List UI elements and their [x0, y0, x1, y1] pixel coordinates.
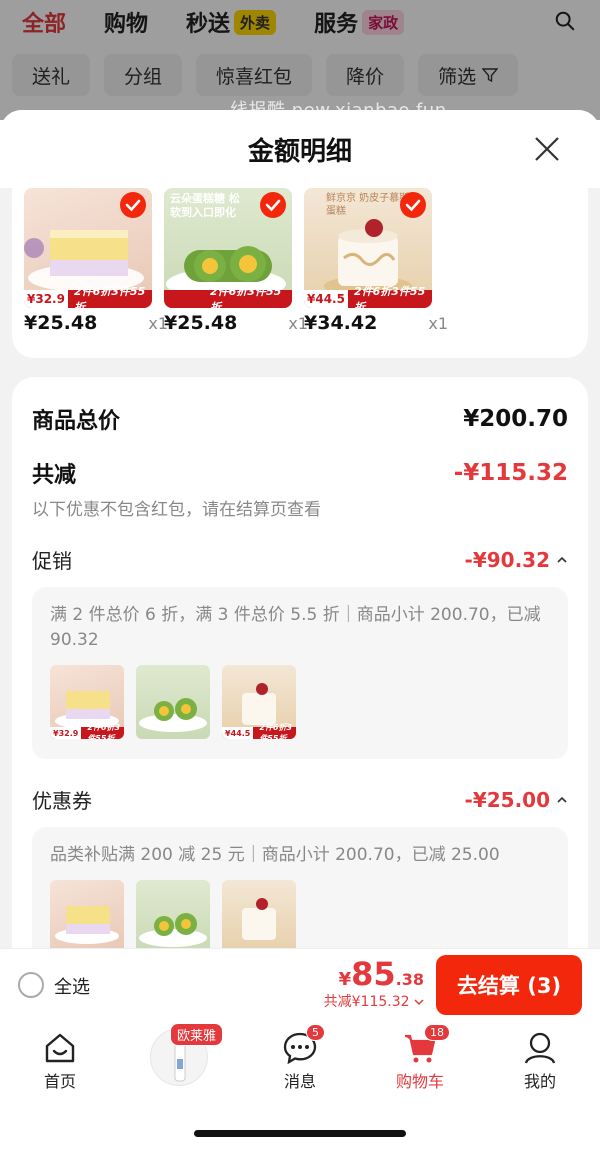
mini-strip-price: ¥32.9: [50, 727, 82, 739]
total-amount: ¥85.38: [324, 955, 424, 993]
tab-cart[interactable]: 18 购物车: [380, 1024, 460, 1092]
coupon-value: -¥25.00: [464, 787, 550, 812]
tab-messages[interactable]: 5 消息: [260, 1024, 340, 1092]
chevron-up-icon[interactable]: [556, 554, 568, 566]
coupon-thumbnails: [50, 880, 550, 950]
promo-value: -¥90.32: [464, 547, 550, 572]
item-price: ¥25.48: [164, 312, 238, 334]
promo-strip: 2件6折3件55折: [164, 285, 292, 308]
item-qty: x1: [428, 314, 448, 333]
coupon-row[interactable]: 优惠券 -¥25.00: [32, 785, 568, 814]
tab-home-label: 首页: [43, 1072, 76, 1091]
product-image: ¥32.9 2件6折3件55折: [24, 188, 152, 308]
mini-thumb: [136, 880, 210, 950]
select-all-radio[interactable]: [18, 972, 44, 998]
sheet-header: 金额明细: [0, 110, 600, 188]
total-row: 商品总价 ¥200.70: [32, 403, 568, 435]
home-indicator: [194, 1130, 406, 1137]
total-decimal: .38: [395, 970, 424, 989]
coupon-desc: 品类补贴满 200 减 25 元｜商品小计 200.70，已减 25.00: [50, 845, 500, 865]
strip-promo: 2件6折3件55折: [353, 285, 426, 308]
coupon-label: 优惠券: [32, 789, 92, 813]
strip-promo: 2件6折3件55折: [210, 285, 282, 308]
chevron-up-icon[interactable]: [556, 794, 568, 806]
discount-note: 以下优惠不包含红包，请在结算页查看: [32, 500, 321, 520]
price-detail-card: 商品总价 ¥200.70 共减 -¥115.32 以下优惠不包含红包，请在结算页…: [12, 377, 588, 950]
total-integer: 85: [351, 955, 396, 993]
selected-items-card: ¥32.9 2件6折3件55折 ¥25.48 x1 云朵蛋糕糖 松软到入口即化 2件…: [12, 188, 588, 358]
promo-detail-box: 满 2 件总价 6 折，满 3 件总价 5.5 折｜商品小计 200.70，已减…: [32, 587, 568, 759]
total-label: 商品总价: [32, 409, 121, 434]
mini-strip-price: ¥44.5: [222, 727, 254, 739]
check-icon[interactable]: [400, 192, 426, 218]
discount-row: 共减 -¥115.32: [32, 457, 568, 489]
tab-home[interactable]: 首页: [20, 1030, 100, 1092]
product-image: 云朵蛋糕糖 松软到入口即化 2件6折3件55折: [164, 188, 292, 308]
mini-strip-promo: 2件6折3件55折: [87, 723, 121, 739]
promo-strip: ¥32.9 2件6折3件55折: [24, 285, 152, 308]
tab-cart-label: 购物车: [395, 1072, 444, 1091]
promo-thumbnails: ¥32.9 2件6折3件55折 ¥44.5 2件6折3件55折: [50, 665, 550, 739]
check-icon[interactable]: [260, 192, 286, 218]
discount-label: 共减: [32, 463, 77, 488]
item-price: ¥34.42: [304, 312, 378, 334]
amount-detail-sheet: 金额明细 ¥32.92件6折3件55折 ¥25.48x1 云朵蛋糕糖 松软到: [0, 110, 600, 950]
cart-badge: 18: [424, 1024, 450, 1041]
item-overlay-text: 云朵蛋糕糖 松软到入口即化: [170, 192, 240, 219]
promo-desc: 满 2 件总价 6 折，满 3 件总价 5.5 折｜商品小计 200.70，已减…: [50, 605, 541, 650]
mini-strip-promo: 2件6折3件55折: [259, 723, 293, 739]
saved-toggle[interactable]: 共减¥115.32: [324, 991, 424, 1011]
mini-thumb: [136, 665, 210, 739]
item-card[interactable]: 云朵蛋糕糖 松软到入口即化 2件6折3件55折 ¥25.48 x1: [164, 188, 308, 334]
item-price: ¥25.48: [24, 312, 98, 334]
promo-strip: ¥44.5 2件6折3件55折: [304, 285, 432, 308]
saved-amount: 共减¥115.32: [323, 994, 410, 1010]
tab-messages-label: 消息: [283, 1072, 316, 1091]
total-value: ¥200.70: [463, 406, 568, 432]
coupon-detail-box: 品类补贴满 200 减 25 元｜商品小计 200.70，已减 25.00: [32, 827, 568, 950]
strip-promo: 2件6折3件55折: [73, 285, 146, 308]
home-icon: [45, 1033, 75, 1063]
promo-value-wrap: -¥90.32: [465, 548, 568, 572]
chevron-down-icon: [414, 999, 424, 1006]
mini-strip: ¥44.5 2件6折3件55折: [222, 723, 296, 739]
item-card[interactable]: 鲜京京 奶皮子慕斯蛋糕 ¥44.5 2件6折3件55折 ¥34.42 x1: [304, 188, 448, 334]
promo-row[interactable]: 促销 -¥90.32: [32, 545, 568, 574]
promo-label: 促销: [32, 549, 72, 573]
mini-strip: ¥32.9 2件6折3件55折: [50, 723, 124, 739]
close-icon[interactable]: [532, 134, 562, 164]
strip-price: ¥44.5: [304, 290, 348, 308]
discount-value: -¥115.32: [453, 460, 568, 486]
coupon-value-wrap: -¥25.00: [465, 788, 568, 812]
tab-me-label: 我的: [523, 1072, 556, 1091]
sheet-title: 金额明细: [247, 136, 352, 167]
mini-thumb: [50, 880, 124, 950]
user-icon: [524, 1032, 556, 1064]
ad-badge: 欧莱雅: [170, 1023, 224, 1046]
item-card[interactable]: ¥32.9 2件6折3件55折 ¥25.48 x1: [24, 188, 168, 334]
bottom-tab-bar: 首页 欧莱雅 5 消息 18 购物车 我的: [0, 1020, 600, 1100]
mini-thumb: ¥32.9 2件6折3件55折: [50, 665, 124, 739]
tab-me[interactable]: 我的: [500, 1030, 580, 1092]
strip-price: ¥32.9: [24, 290, 68, 308]
mini-thumb: [222, 880, 296, 950]
messages-badge: 5: [306, 1024, 325, 1041]
mini-thumb: ¥44.5 2件6折3件55折: [222, 665, 296, 739]
check-icon[interactable]: [120, 192, 146, 218]
select-all-label[interactable]: 全选: [54, 973, 90, 999]
product-image: 鲜京京 奶皮子慕斯蛋糕 ¥44.5 2件6折3件55折: [304, 188, 432, 308]
checkout-button[interactable]: 去结算 (3): [436, 955, 582, 1015]
checkout-total: ¥85.38 共减¥115.32: [324, 955, 424, 1011]
currency-symbol: ¥: [338, 969, 352, 990]
checkout-bar: 全选 ¥85.38 共减¥115.32 去结算 (3): [0, 948, 600, 1020]
